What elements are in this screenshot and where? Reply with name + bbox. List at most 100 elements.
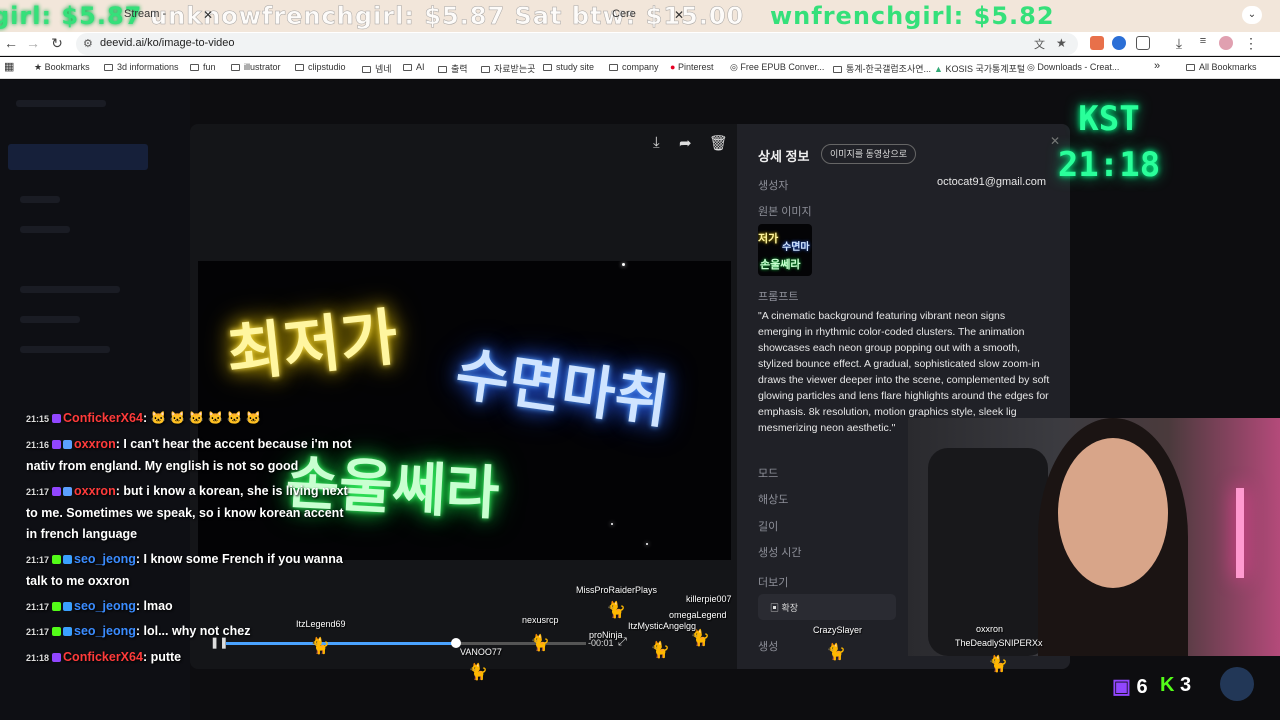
creator-email: octocat91@gmail.com: [937, 176, 1046, 188]
reload-icon[interactable]: ↻: [48, 35, 66, 52]
donation-ticker-right: wnfrenchgirl: $5.82: [770, 2, 1055, 30]
cat-icon: 🐈: [530, 635, 550, 652]
bookmark-folder[interactable]: 넴네: [362, 62, 392, 75]
folder-icon: [1186, 64, 1195, 72]
expand-button[interactable]: ▣ 확장: [758, 594, 896, 620]
bookmark-folder[interactable]: 출력: [438, 62, 468, 75]
twitch-badge-icon: [52, 487, 62, 497]
bookmark-folder[interactable]: illustrator: [231, 62, 281, 72]
sidebar-item[interactable]: [20, 316, 80, 323]
mode-label: 모드: [758, 468, 779, 480]
pet-name: ItzLegend69: [296, 619, 346, 629]
sparkle: [622, 263, 625, 266]
tab-title[interactable]: Stream -: [124, 8, 166, 20]
twitch-badge-icon: [52, 414, 62, 424]
chrome-menu-icon[interactable]: ⋮: [1242, 35, 1260, 52]
download-icon[interactable]: ⤓: [653, 134, 660, 151]
chat-message: 21:15 ConfickerX64: 🐱 🐱 🐱 🐱 🐱 🐱: [26, 411, 262, 425]
crown-badge-icon: [63, 487, 73, 497]
sidebar-item[interactable]: [20, 196, 60, 203]
donation-ticker-overlay: unknowfrenchgirl: $5.87 Sat btw: $15.00: [150, 2, 745, 31]
neon-text-yellow: 최저가: [223, 300, 402, 391]
bookmark-star-icon[interactable]: ★: [1056, 36, 1067, 50]
all-bookmarks-folder[interactable]: All Bookmarks: [1186, 62, 1257, 72]
extension-icon[interactable]: [1112, 36, 1126, 50]
more-bookmarks-icon[interactable]: »: [1154, 60, 1160, 72]
chat-message: 21:17 seo_jeong: lmao: [26, 599, 173, 613]
pet-name: omegaLegend: [669, 610, 727, 620]
more-label: 더보기: [758, 577, 789, 589]
donation-ticker: girl: $5.87: [0, 2, 143, 30]
pink-light: [1236, 488, 1244, 578]
tab-close-icon[interactable]: ✕: [674, 8, 684, 22]
cat-icon: 🐈: [606, 602, 626, 619]
address-bar[interactable]: ⚙ deevid.ai/ko/image-to-video 文 ★: [76, 33, 1078, 55]
sidebar-primary-button[interactable]: [8, 144, 148, 170]
folder-icon: [362, 66, 371, 74]
length-label: 길이: [758, 521, 779, 533]
sidebar-item[interactable]: [20, 346, 110, 353]
creative-cloud-icon: ◎: [1027, 62, 1035, 72]
streamer-face: [1058, 438, 1168, 588]
url-text[interactable]: deevid.ai/ko/image-to-video: [100, 37, 235, 49]
resolution-label: 해상도: [758, 494, 789, 506]
browser-tab-strip: girl: $5.87 unknowfrenchgirl: $5.87 Sat …: [0, 0, 1280, 32]
neon-text-blue: 수면마취: [451, 339, 673, 437]
crown-badge-icon: [63, 440, 73, 450]
bookmark-item[interactable]: ◎ Free EPUB Conver...: [730, 62, 824, 73]
thumb-text-green: 손울쎄라: [760, 258, 801, 271]
bookmark-item[interactable]: ● Pinterest: [670, 62, 713, 72]
share-icon[interactable]: ➦: [679, 134, 692, 152]
bookmark-folder[interactable]: 3d informations: [104, 62, 179, 72]
trash-icon[interactable]: 🗑: [709, 134, 728, 152]
bookmark-item[interactable]: ★ Bookmarks: [34, 62, 90, 73]
cat-icon: 🐈: [690, 630, 710, 647]
pet-name: MissProRaiderPlays: [576, 585, 658, 595]
folder-icon: [438, 66, 447, 74]
pet-name: CrazySlayer: [813, 625, 863, 635]
tab-title[interactable]: Cere: [612, 8, 636, 20]
sparkle: [646, 543, 648, 545]
bookmark-item[interactable]: ▲ KOSIS 국가통계포털: [934, 62, 1025, 75]
folder-icon: [609, 64, 618, 72]
chat-message: 21:16 oxxron: I can't hear the accent bec…: [26, 437, 352, 473]
bookmark-item[interactable]: ◎ Downloads - Creat...: [1027, 62, 1119, 73]
kosis-icon: ▲: [934, 64, 943, 74]
bookmark-folder[interactable]: study site: [543, 62, 594, 72]
site-info-icon[interactable]: ⚙: [83, 37, 93, 50]
navigation-bar: ← → ↻ ⚙ deevid.ai/ko/image-to-video 文 ★ …: [0, 32, 1280, 56]
forward-icon[interactable]: →: [24, 35, 42, 51]
bookmark-folder[interactable]: fun: [190, 62, 216, 72]
pinterest-icon: ●: [670, 62, 676, 72]
source-image-thumbnail[interactable]: 저가 수면마 손울쎄라: [758, 224, 812, 276]
pet-name: killerpie007: [686, 594, 732, 604]
extensions-puzzle-icon[interactable]: [1136, 36, 1150, 50]
extension-icon[interactable]: [1090, 36, 1104, 50]
creator-label: 생성자: [758, 180, 789, 192]
sidebar-item[interactable]: [20, 286, 120, 293]
download-icon[interactable]: ⤓: [1170, 35, 1188, 52]
kick-badge-icon: [52, 555, 62, 565]
globe-icon: ◎: [730, 62, 738, 72]
apps-icon[interactable]: ▦: [4, 60, 14, 73]
back-icon[interactable]: ←: [2, 35, 20, 51]
bookmark-folder[interactable]: AI: [403, 62, 425, 72]
tab-search-icon[interactable]: ⌄: [1242, 6, 1262, 24]
sidebar-item[interactable]: [20, 226, 70, 233]
account-avatar[interactable]: [1220, 667, 1254, 701]
twitch-badge-icon: [52, 440, 62, 450]
tab-close-icon[interactable]: ✕: [203, 8, 213, 22]
bookmark-item[interactable]: 통계-한국갤럽조사연...: [833, 62, 931, 75]
profile-avatar[interactable]: [1219, 36, 1233, 50]
pet-name: oxxron: [976, 624, 1004, 634]
bookmark-folder[interactable]: clipstudio: [295, 62, 346, 72]
media-control-icon[interactable]: ≡: [1194, 35, 1212, 47]
translate-icon[interactable]: 文: [1034, 36, 1045, 52]
bookmark-folder[interactable]: company: [609, 62, 659, 72]
bookmarks-bar: ▦ ★ Bookmarks 3d informations fun illust…: [0, 57, 1280, 79]
created-time-label: 생성 시간: [758, 547, 802, 559]
image-to-video-button[interactable]: 이미지를 동영상으로: [821, 144, 917, 164]
bookmark-folder[interactable]: 자료받는곳: [481, 62, 535, 75]
source-image-label: 원본 이미지: [758, 206, 812, 218]
thumb-text-blue: 수면마: [782, 242, 810, 253]
